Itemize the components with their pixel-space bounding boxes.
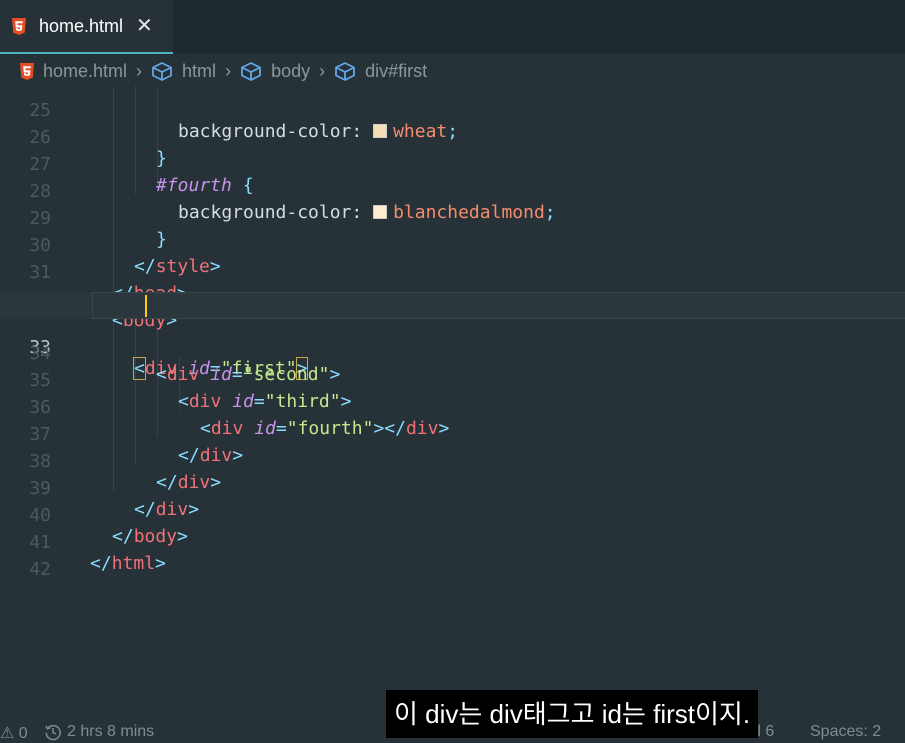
code-line[interactable]: 35 <div id="third"> xyxy=(0,346,905,412)
code-line[interactable]: 26 } xyxy=(0,103,905,169)
code-line[interactable]: 42 xyxy=(0,535,905,580)
code-line[interactable]: 41 </html> xyxy=(0,508,905,574)
code-line[interactable]: 27 #fourth { xyxy=(0,130,905,196)
code-line[interactable]: 37 </div> xyxy=(0,400,905,466)
chevron-right-icon: › xyxy=(319,60,326,81)
breadcrumb: home.html › html › body › div#first xyxy=(0,56,905,86)
code-line[interactable]: 30 </style> xyxy=(0,211,905,277)
code-line[interactable]: 31 </head> xyxy=(0,238,905,304)
breadcrumb-item-div-first[interactable]: div#first xyxy=(334,61,427,82)
breadcrumb-item-label: html xyxy=(182,60,217,81)
indentation-setting[interactable]: Spaces: 2 xyxy=(810,723,881,741)
time-tracker-label: 2 hrs 8 mins xyxy=(67,723,155,740)
code-line[interactable]: 29 } xyxy=(0,184,905,250)
cube-icon xyxy=(241,62,261,81)
breadcrumb-item-label: div#first xyxy=(365,60,428,81)
breadcrumb-item-label: body xyxy=(271,60,311,81)
breadcrumb-item-html[interactable]: html xyxy=(151,61,216,82)
code-line[interactable]: 40 </body> xyxy=(0,481,905,547)
chevron-right-icon: › xyxy=(225,60,232,81)
code-line[interactable]: 36 <div id="fourth"></div> xyxy=(0,373,905,439)
cube-icon xyxy=(335,62,356,81)
chevron-right-icon: › xyxy=(136,60,143,81)
problems-indicator[interactable]: ⚠ 0 xyxy=(0,723,28,743)
tab-bar: home.html ✕ xyxy=(0,0,905,54)
breadcrumb-file[interactable]: home.html xyxy=(20,61,127,82)
video-subtitle: 이 div는 div태그고 id는 first이지. xyxy=(386,690,759,738)
code-line[interactable]: 39 </div> xyxy=(0,454,905,520)
breadcrumb-item-body[interactable]: body xyxy=(240,61,310,82)
history-icon xyxy=(45,724,61,741)
breadcrumb-file-label: home.html xyxy=(43,60,128,81)
code-line[interactable]: 32 <body> xyxy=(0,265,905,331)
line-number: 42 xyxy=(29,559,51,580)
code-line[interactable]: 25 background-color: wheat; xyxy=(0,86,905,142)
code-line-current[interactable]: 33 <div id="first"> xyxy=(0,292,905,380)
html5-icon xyxy=(12,17,26,35)
cube-icon xyxy=(152,62,172,81)
code-line[interactable]: 28 background-color: blanchedalmond; xyxy=(0,157,905,223)
text-cursor xyxy=(145,295,147,317)
html5-icon xyxy=(20,62,34,80)
code-line[interactable]: 34 <div id="second"> xyxy=(0,319,905,385)
tab-label: home.html xyxy=(39,15,124,36)
code-editor[interactable]: 25 background-color: wheat; 26 } 27 #fou… xyxy=(0,86,905,706)
tab-home-html[interactable]: home.html ✕ xyxy=(0,0,173,54)
close-icon[interactable]: ✕ xyxy=(136,16,153,36)
current-line-highlight xyxy=(92,292,905,319)
code-line[interactable]: 38 </div> xyxy=(0,427,905,493)
time-tracker[interactable]: 2 hrs 8 mins xyxy=(44,723,154,741)
